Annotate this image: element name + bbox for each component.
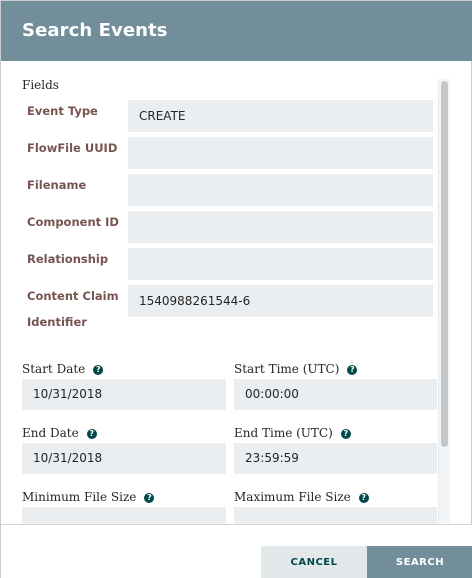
component-id-label: Component ID — [27, 215, 119, 229]
cancel-button[interactable]: CANCEL — [261, 546, 367, 578]
filename-label: Filename — [27, 178, 87, 192]
end-date-label-text: End Date — [22, 426, 79, 440]
help-icon[interactable]: ? — [358, 493, 369, 503]
end-time-label: End Time (UTC)? — [234, 427, 351, 439]
event-type-field[interactable]: CREATE — [128, 100, 433, 132]
help-icon[interactable]: ? — [93, 365, 104, 375]
minimum-file-size-field[interactable] — [22, 507, 226, 524]
minimum-file-size-label-text: Minimum File Size — [22, 490, 137, 504]
help-icon[interactable]: ? — [86, 429, 97, 439]
start-date-field[interactable]: 10/31/2018 — [22, 379, 226, 410]
flowfile-uuid-label: FlowFile UUID — [27, 141, 118, 155]
fields-section-label: Fields — [22, 78, 59, 92]
maximum-file-size-label-text: Maximum File Size — [234, 490, 351, 504]
scrollbar-thumb[interactable] — [441, 81, 448, 447]
start-time-label: Start Time (UTC)? — [234, 362, 358, 376]
filename-field[interactable] — [128, 174, 433, 206]
dialog-content: Fields Event Type CREATE FlowFile UUID F… — [1, 61, 472, 524]
help-icon[interactable]: ? — [340, 429, 351, 439]
component-id-field[interactable] — [128, 211, 433, 243]
dialog-footer: CANCEL SEARCH — [1, 525, 472, 578]
end-date-label: End Date? — [22, 427, 97, 439]
dialog-title: Search Events — [22, 20, 168, 41]
end-date-field[interactable]: 10/31/2018 — [22, 443, 226, 474]
start-date-label: Start Date? — [22, 362, 104, 376]
help-icon[interactable]: ? — [347, 365, 358, 375]
search-events-dialog: Search Events Fields Event Type CREATE F… — [0, 0, 472, 578]
dialog-header: Search Events — [1, 1, 472, 61]
relationship-label: Relationship — [27, 252, 109, 266]
flowfile-uuid-field[interactable] — [128, 137, 433, 169]
start-time-field[interactable]: 00:00:00 — [234, 379, 437, 410]
content-claim-identifier-field[interactable]: 1540988261544-6 — [128, 285, 433, 317]
start-date-label-text: Start Date — [22, 362, 86, 376]
relationship-field[interactable] — [128, 248, 433, 280]
help-icon[interactable]: ? — [144, 493, 155, 503]
end-time-label-text: End Time (UTC) — [234, 426, 333, 440]
search-button[interactable]: SEARCH — [367, 546, 472, 578]
minimum-file-size-label: Minimum File Size? — [22, 490, 155, 504]
event-type-label: Event Type — [27, 104, 98, 118]
content-claim-label-line2: Identifier — [27, 315, 87, 329]
start-time-label-text: Start Time (UTC) — [234, 362, 340, 376]
content-claim-label: Content Claim — [27, 289, 119, 303]
maximum-file-size-field[interactable] — [234, 507, 437, 524]
maximum-file-size-label: Maximum File Size? — [234, 491, 369, 503]
end-time-field[interactable]: 23:59:59 — [234, 443, 437, 474]
